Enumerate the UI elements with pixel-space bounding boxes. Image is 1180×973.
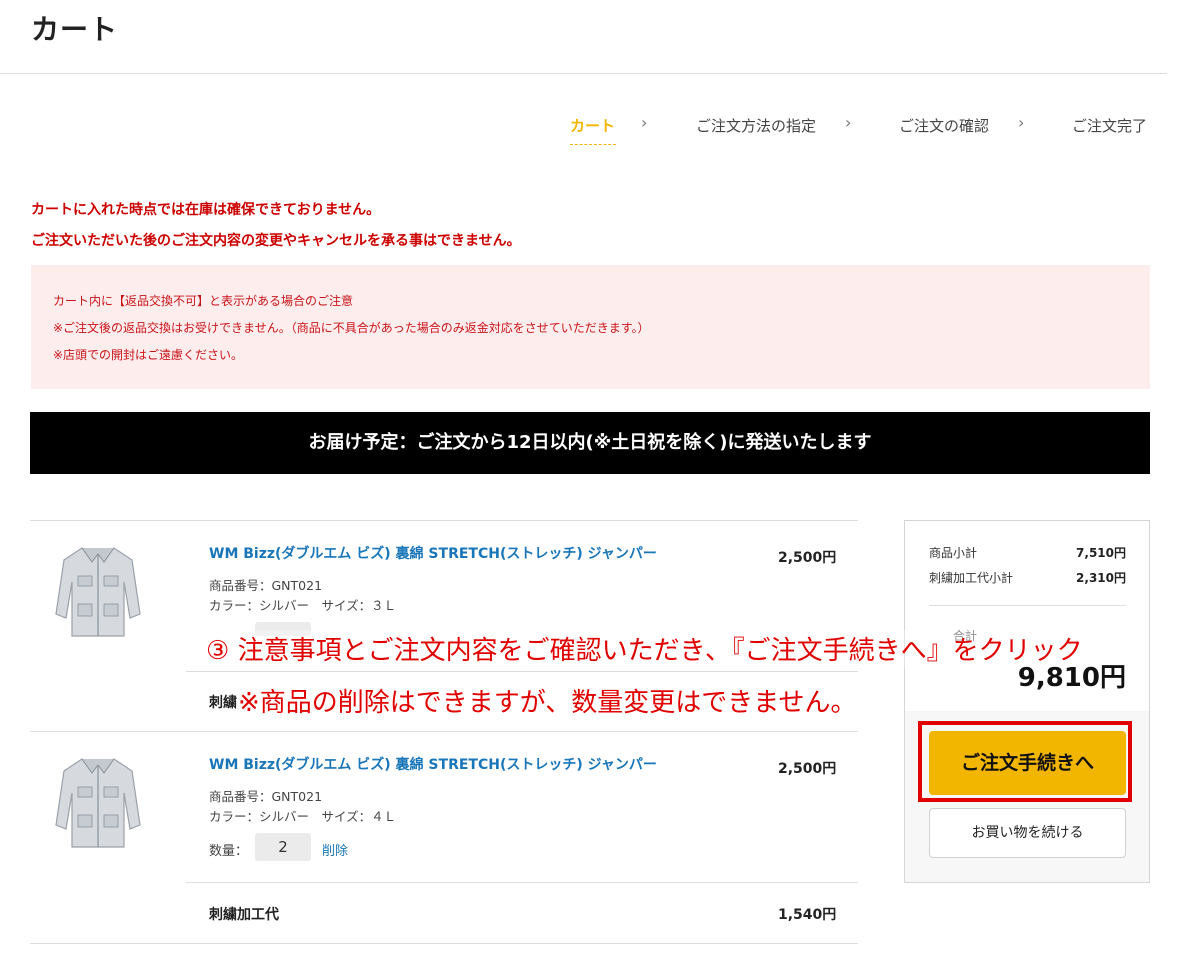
checkout-steps: カート › ご注文方法の指定 › ご注文の確認 › ご注文完了: [0, 113, 1180, 155]
header-divider: [0, 73, 1167, 74]
step-order-complete: ご注文完了: [1072, 117, 1148, 135]
continue-shopping-button[interactable]: お買い物を続ける: [929, 808, 1126, 858]
step-active-underline: [570, 144, 616, 145]
chevron-right-icon: ›: [641, 113, 648, 132]
embroidery-subtotal-value: 2,310円: [1076, 571, 1126, 585]
stock-warning: カートに入れた時点では在庫は確保できておりません。: [31, 202, 381, 218]
chevron-right-icon: ›: [1018, 113, 1025, 132]
product-image-jacket[interactable]: [52, 542, 144, 642]
item-price: 2,500円: [778, 761, 837, 777]
product-number: 商品番号：GNT021: [209, 578, 323, 593]
product-name-link[interactable]: WM Bizz(ダブルエム ビズ) 裏綿 STRETCH(ストレッチ) ジャンパ…: [209, 754, 657, 774]
instruction-note: ※商品の削除はできますが、数量変更はできません。: [238, 682, 857, 719]
page-title: カート: [31, 13, 119, 46]
item-divider: [30, 520, 858, 521]
quantity-field: 2: [255, 833, 311, 861]
item-sub-divider: [186, 882, 858, 883]
chevron-right-icon: ›: [845, 113, 852, 132]
step-order-confirm: ご注文の確認: [899, 117, 990, 135]
step-cart: カート: [570, 117, 616, 135]
notice-title: カート内に【返品交換不可】と表示がある場合のご注意: [53, 294, 354, 308]
product-variant: カラー：シルバー サイズ：３Ｌ: [209, 598, 397, 613]
product-number: 商品番号：GNT021: [209, 789, 323, 804]
delivery-banner: お届け予定：ご注文から12日以内(※土日祝を除く)に発送いたします: [30, 412, 1150, 474]
item-sub-divider: [186, 671, 858, 672]
instruction-annotation: ③ 注意事項とご注文内容をご確認いただき､『ご注文手続きへ』をクリック: [206, 630, 1083, 667]
subtotal-label: 商品小計: [929, 546, 978, 560]
embroidery-fee-label: 刺繍: [209, 695, 237, 711]
notice-line: ※店頭での開封はご遠慮ください。: [53, 348, 244, 362]
delete-item-link[interactable]: 削除: [322, 840, 348, 859]
checkout-highlight-box: [918, 721, 1132, 802]
cancel-warning: ご注文いただいた後のご注文内容の変更やキャンセルを承る事はできません。: [31, 233, 521, 249]
item-divider: [30, 943, 858, 944]
product-image-jacket[interactable]: [52, 753, 144, 853]
quantity-label: 数量：: [209, 844, 249, 859]
embroidery-fee-price: 1,540円: [778, 907, 837, 923]
summary-divider: [929, 605, 1126, 606]
item-price: 2,500円: [778, 550, 837, 566]
product-name-link[interactable]: WM Bizz(ダブルエム ビズ) 裏綿 STRETCH(ストレッチ) ジャンパ…: [209, 543, 657, 563]
summary-totals-area: 商品小計 7,510円 刺繍加工代小計 2,310円 合計 9,810円: [905, 521, 1149, 711]
return-notice-box: カート内に【返品交換不可】と表示がある場合のご注意 ※ご注文後の返品交換はお受け…: [31, 265, 1150, 389]
notice-line: ※ご注文後の返品交換はお受けできません。（商品に不具合があった場合のみ返金対応を…: [53, 321, 650, 335]
embroidery-fee-label: 刺繍加工代: [209, 907, 279, 923]
step-order-method: ご注文方法の指定: [696, 117, 817, 135]
embroidery-subtotal-label: 刺繍加工代小計: [929, 571, 1014, 585]
item-divider: [30, 731, 858, 732]
product-variant: カラー：シルバー サイズ：４Ｌ: [209, 809, 397, 824]
subtotal-value: 7,510円: [1076, 546, 1126, 560]
